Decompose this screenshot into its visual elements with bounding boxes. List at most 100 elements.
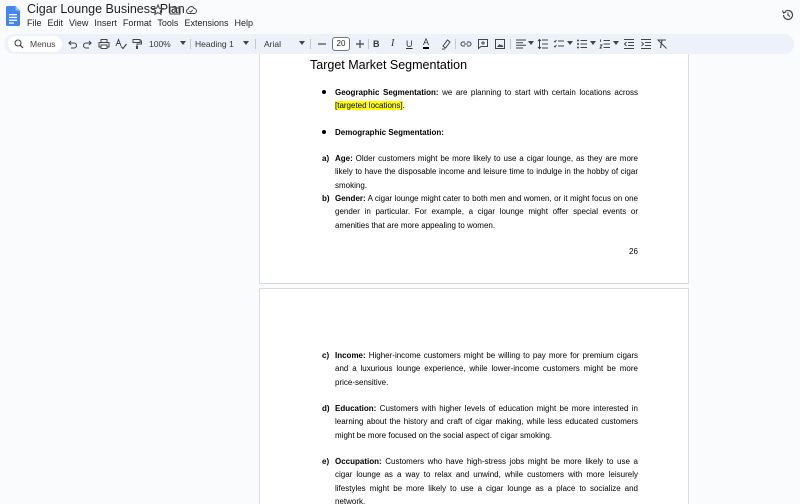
paragraph-gender[interactable]: Gender: A cigar lounge might cater to bo… [335,192,638,232]
list-marker-b: b) [322,194,330,203]
geographic-label: Geographic Segmentation: [335,88,439,97]
paragraph-style-select[interactable]: Heading 1 [195,39,234,49]
move-folder-icon[interactable] [169,4,181,16]
toolbar-divider [455,39,456,49]
list-marker-a: a) [322,154,330,163]
italic-button[interactable]: I [391,38,394,49]
spellcheck-button[interactable] [115,38,127,50]
align-icon [516,39,526,49]
line-spacing-icon [537,38,548,50]
print-button[interactable] [98,38,110,50]
list-marker-c: c) [322,351,330,360]
undo-button[interactable] [66,38,78,50]
star-icon[interactable] [152,4,164,16]
geographic-end: . [402,101,405,111]
text-color-button[interactable]: A [423,37,430,49]
bulleted-list-button[interactable] [576,38,588,50]
decrease-indent-button[interactable] [623,38,635,50]
highlighted-placeholder: [targeted locations] [335,101,403,111]
education-text: Customers with higher levels of educatio… [335,404,638,440]
paragraph-geographic[interactable]: Geographic Segmentation: we are planning… [335,86,638,113]
menu-view[interactable]: View [69,18,94,29]
plus-icon [356,40,364,48]
paragraph-demographic[interactable]: Demographic Segmentation: [335,126,638,139]
menu-help[interactable]: Help [234,18,259,29]
paragraph-occupation[interactable]: Occupation: Customers who have high-stre… [335,455,638,504]
highlighter-icon [442,39,451,50]
align-button[interactable] [515,38,527,50]
gender-label: Gender: [335,194,366,203]
spellcheck-icon [115,38,127,50]
demographic-label: Demographic Segmentation: [335,128,444,137]
menu-insert[interactable]: Insert [94,18,123,29]
image-icon [495,39,505,49]
geographic-text: we are planning to start with certain lo… [438,88,638,97]
align-dropdown-icon [528,41,534,45]
add-comment-button[interactable] [477,38,489,50]
paint-format-button[interactable] [131,38,143,50]
toolbar-divider [368,39,369,49]
docs-logo-icon[interactable] [6,6,20,26]
font-size-input[interactable]: 20 [332,37,350,51]
bulleted-list-icon [577,39,587,49]
decrease-indent-icon [623,39,634,49]
clear-formatting-button[interactable] [656,38,668,50]
font-family-select[interactable]: Arial [264,39,281,49]
search-icon [14,39,24,49]
checklist-icon [553,39,564,48]
toolbar-divider [510,39,511,49]
title-bar: Cigar Lounge Business Plan File Edit Vie… [0,0,800,34]
income-text: Higher-income customers might be willing… [335,351,638,387]
bullet-marker [322,90,326,94]
paragraph-education[interactable]: Education: Customers with higher levels … [335,402,638,442]
checklist-button[interactable] [553,38,565,50]
toolbar: Menus 100% Heading 1 Arial 20 B I U A [4,34,794,54]
education-label: Education: [335,404,377,413]
increase-indent-icon [641,39,651,49]
zoom-dropdown-icon [180,41,186,45]
paint-format-icon [132,39,142,49]
toolbar-divider [255,39,256,49]
underline-button[interactable]: U [406,39,413,49]
toolbar-divider [310,39,311,49]
numbered-list-icon [599,39,610,49]
clear-formatting-icon [657,39,667,49]
list-marker-d: d) [322,404,330,413]
numbered-dropdown-icon [613,41,619,45]
list-marker-e: e) [322,457,330,466]
menu-edit[interactable]: Edit [48,18,70,29]
increase-indent-button[interactable] [640,38,652,50]
age-text: Older customers might be more likely to … [335,154,638,190]
style-dropdown-icon [243,41,249,45]
highlight-color-button[interactable] [440,38,452,50]
redo-button[interactable] [82,38,94,50]
paragraph-age[interactable]: Age: Older customers might be more likel… [335,152,638,192]
bullet-dropdown-icon [590,41,596,45]
numbered-list-button[interactable] [599,38,611,50]
menu-file[interactable]: File [27,18,48,29]
decrease-font-size-button[interactable] [316,38,328,50]
insert-image-button[interactable] [494,38,506,50]
menus-search-button[interactable]: Menus [8,36,62,52]
age-label: Age: [335,154,353,163]
line-spacing-button[interactable] [537,38,549,50]
zoom-select[interactable]: 100% [149,39,171,49]
menu-extensions[interactable]: Extensions [184,18,234,29]
bold-button[interactable]: B [373,39,380,49]
increase-font-size-button[interactable] [354,38,366,50]
cloud-saved-icon[interactable] [185,4,197,16]
menu-tools[interactable]: Tools [157,18,184,29]
insert-link-button[interactable] [460,38,472,50]
menu-format[interactable]: Format [123,18,158,29]
comment-icon [478,39,488,50]
bullet-marker [322,130,326,134]
history-icon[interactable] [781,8,795,22]
undo-icon [68,40,78,49]
menu-bar: File Edit View Insert Format Tools Exten… [27,18,259,29]
print-icon [98,39,110,49]
section-heading[interactable]: Target Market Segmentation [310,58,467,72]
paragraph-income[interactable]: Income: Higher-income customers might be… [335,349,638,389]
toolbar-divider [190,39,191,49]
link-icon [460,41,472,47]
font-dropdown-icon [299,41,305,45]
